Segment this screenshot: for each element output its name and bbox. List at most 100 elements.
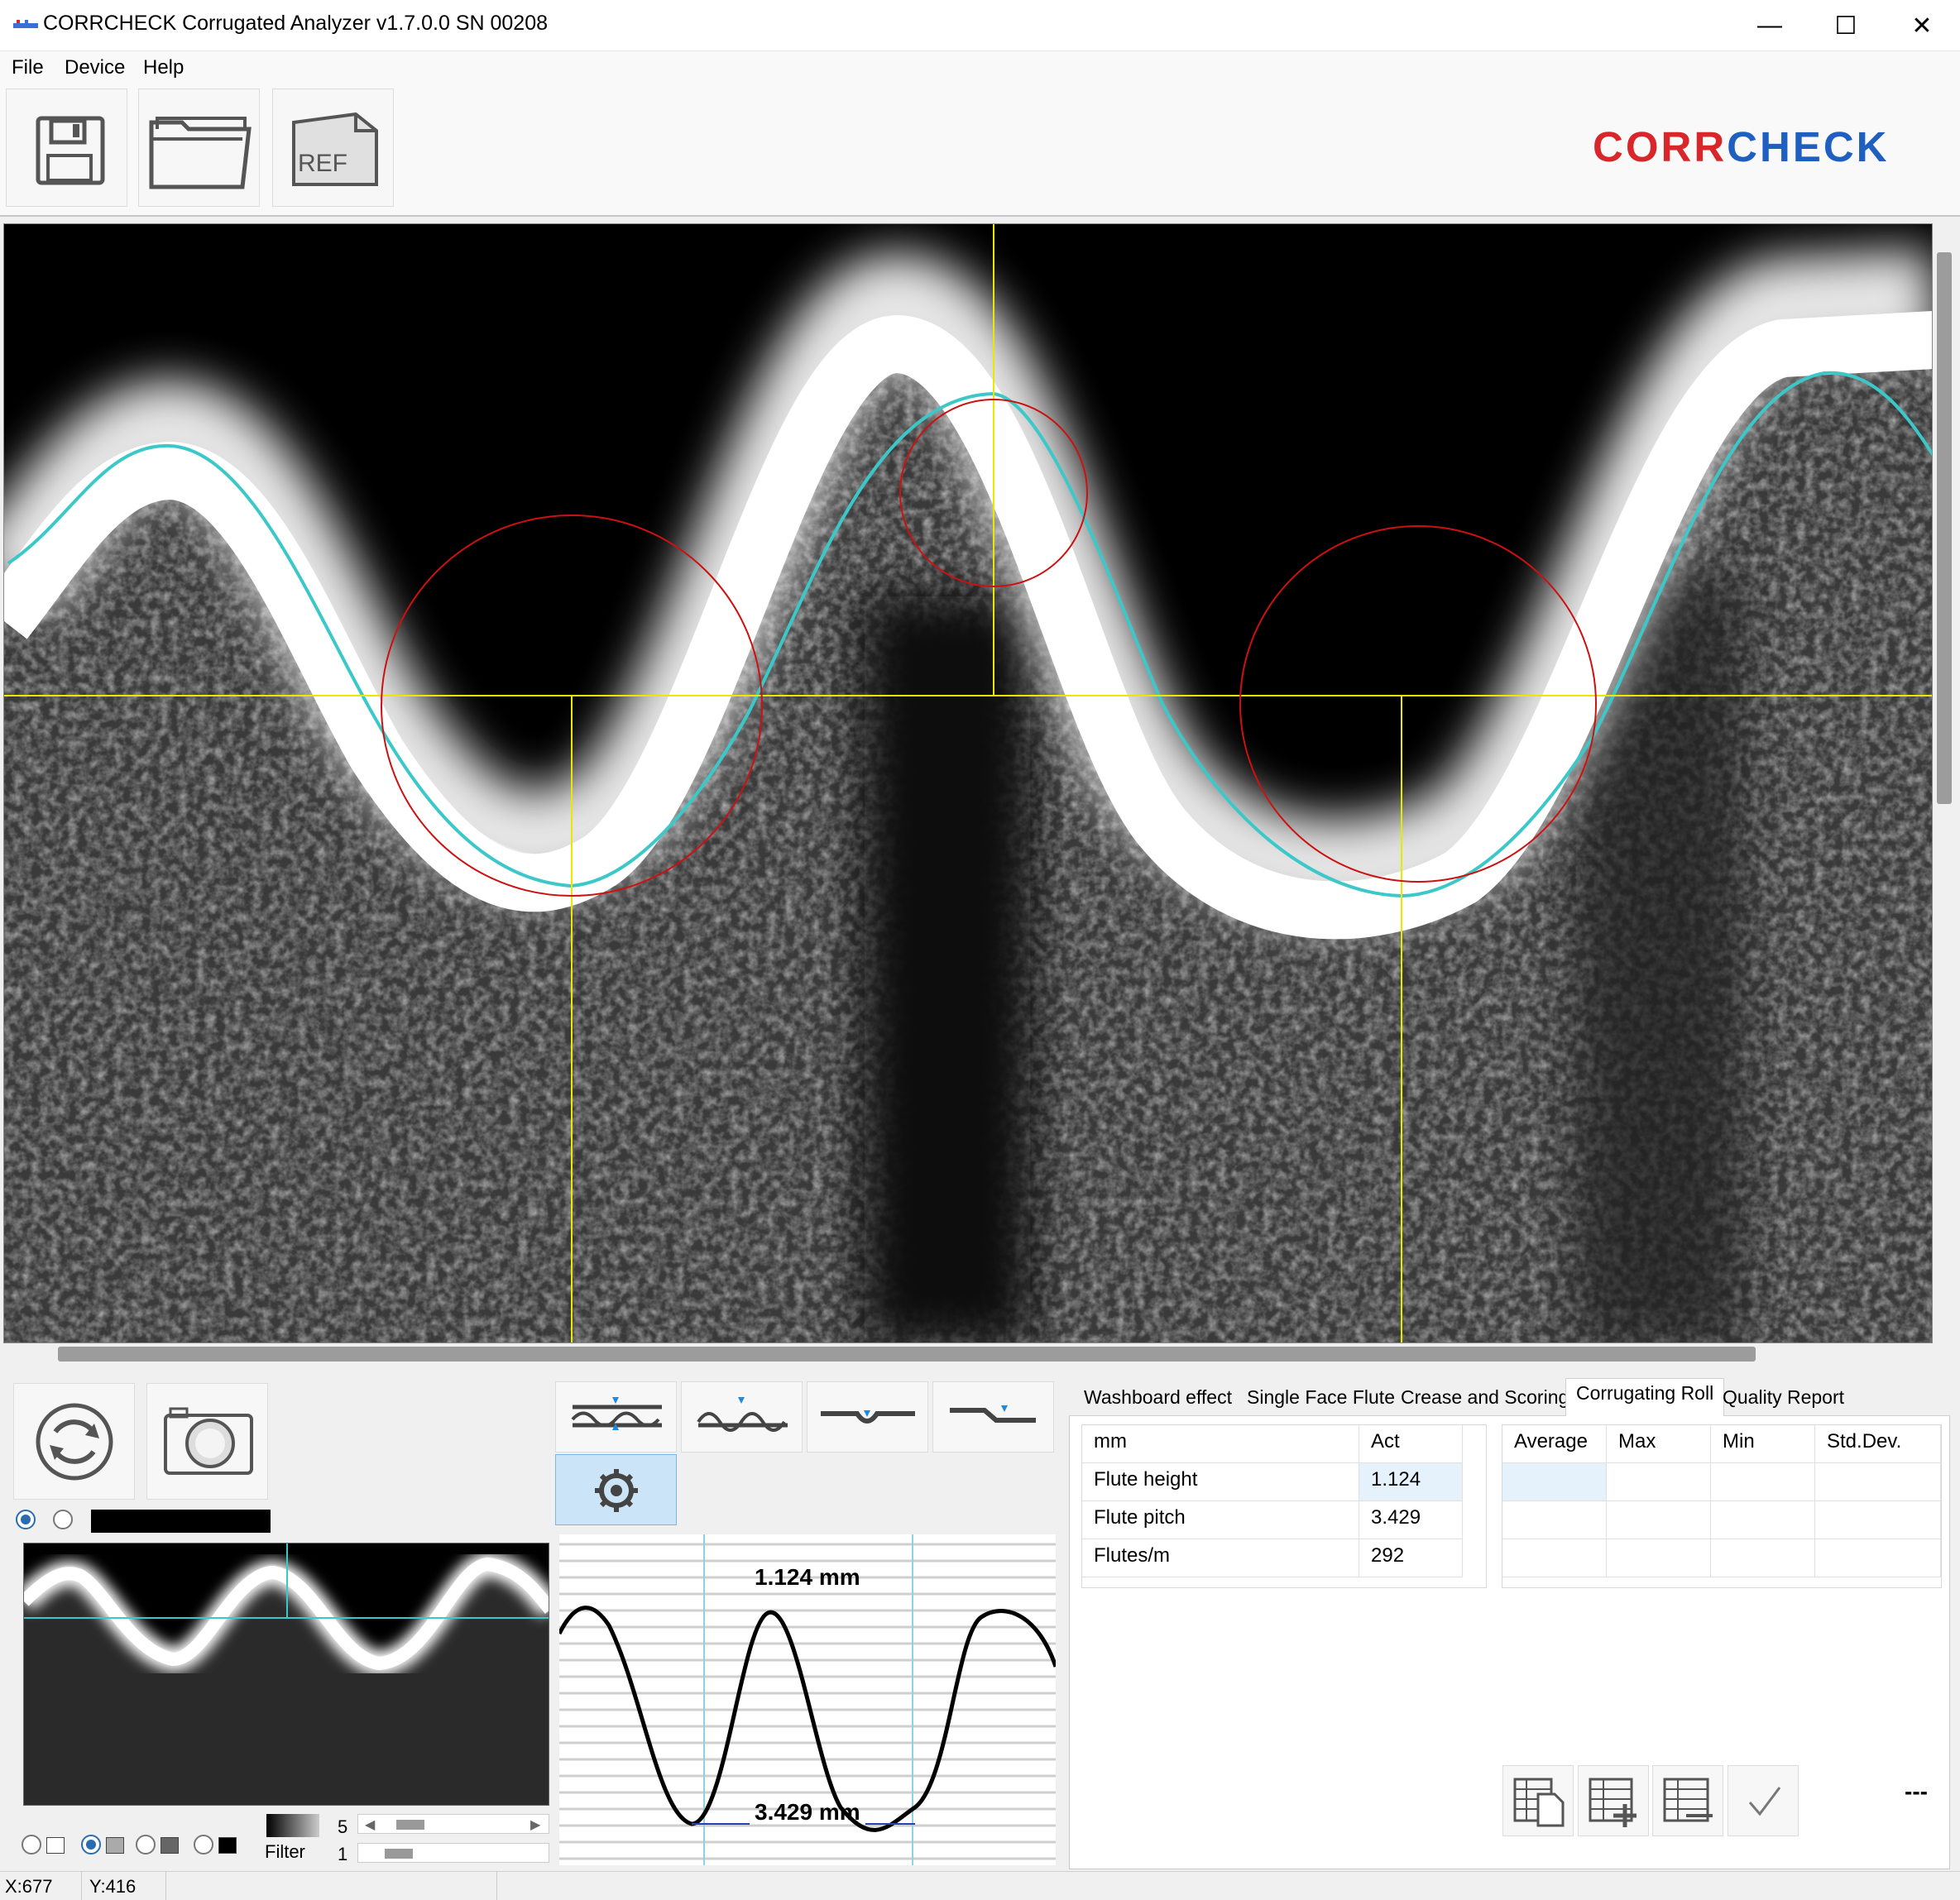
single-face-profile-icon	[697, 1397, 788, 1432]
app-icon	[13, 18, 40, 31]
tab-corrugating-roll[interactable]: Corrugating Roll	[1565, 1378, 1725, 1416]
slider-value-bottom: 1	[338, 1844, 348, 1864]
crease-profile-icon	[821, 1410, 915, 1424]
mode-radio-4[interactable]	[194, 1835, 213, 1855]
settings-button[interactable]	[555, 1454, 677, 1525]
mode-radio-1[interactable]	[22, 1835, 41, 1855]
stats-cell[interactable]	[1711, 1463, 1815, 1501]
profile-graph: 1.124 mm 3.429 mm	[559, 1534, 1056, 1865]
mode-radio-2[interactable]	[81, 1835, 101, 1855]
scoring-profile-button[interactable]	[932, 1381, 1054, 1453]
folder-icon	[149, 117, 252, 189]
stats-cell[interactable]	[1815, 1539, 1941, 1577]
menu-help[interactable]: Help	[143, 56, 184, 79]
logo-corr: CORR	[1593, 123, 1728, 170]
view-radio-1[interactable]	[16, 1510, 36, 1529]
header-mm: mm	[1082, 1425, 1359, 1463]
statistics-table: Average Max Min Std.Dev.	[1502, 1424, 1942, 1588]
slider-top-thumb[interactable]	[396, 1820, 424, 1830]
thumbnail-preview[interactable]	[23, 1543, 549, 1806]
main-image-view[interactable]	[3, 223, 1933, 1343]
flute-height-label-cell: Flute height	[1082, 1463, 1359, 1501]
slider-top[interactable]: ◀ ▶	[357, 1814, 549, 1834]
swatch-black	[218, 1837, 237, 1854]
capture-button[interactable]	[146, 1383, 268, 1500]
table-edit-icon	[1663, 1778, 1713, 1822]
stats-cell[interactable]	[1607, 1463, 1711, 1501]
double-wall-profile-icon	[571, 1397, 662, 1430]
view-radio-2[interactable]	[53, 1510, 73, 1529]
slider-value-top: 5	[338, 1816, 348, 1837]
close-button[interactable]: ✕	[1884, 0, 1960, 51]
gear-icon	[595, 1469, 638, 1512]
status-divider	[81, 1871, 82, 1900]
swatch-white	[46, 1837, 65, 1854]
stats-cell[interactable]	[1711, 1539, 1815, 1577]
stats-cell[interactable]	[1815, 1501, 1941, 1539]
header-max: Max	[1607, 1425, 1711, 1463]
status-divider	[496, 1871, 497, 1900]
header-std-dev: Std.Dev.	[1815, 1425, 1941, 1463]
crease-profile-button[interactable]	[807, 1381, 928, 1453]
camera-icon	[164, 1407, 253, 1475]
confirm-button[interactable]	[1728, 1765, 1799, 1836]
save-button[interactable]	[6, 89, 127, 207]
reference-button[interactable]: REF	[272, 89, 394, 207]
add-row-button[interactable]	[1578, 1765, 1649, 1836]
maximize-button[interactable]: ☐	[1808, 0, 1884, 51]
horizontal-scroll-thumb[interactable]	[58, 1347, 1756, 1362]
floppy-disk-icon	[36, 116, 105, 185]
window-title: CORRCHECK Corrugated Analyzer v1.7.0.0 S…	[43, 12, 549, 35]
minimize-button[interactable]: —	[1732, 0, 1808, 51]
double-wall-profile-button[interactable]	[555, 1381, 677, 1453]
flute-pitch-label: 3.429 mm	[755, 1799, 860, 1825]
stats-cell[interactable]	[1607, 1501, 1711, 1539]
corrcheck-logo: CORRCHECK	[1593, 122, 1890, 171]
mode-radio-3[interactable]	[136, 1835, 156, 1855]
status-divider	[165, 1871, 166, 1900]
header-min: Min	[1711, 1425, 1815, 1463]
gradient-swatch	[266, 1814, 319, 1837]
flutes-per-m-value[interactable]: 292	[1359, 1539, 1463, 1577]
measurement-table: mm Act Flute height 1.124 Flute pitch 3.…	[1081, 1424, 1487, 1588]
flute-height-label: 1.124 mm	[755, 1564, 860, 1590]
header-average: Average	[1502, 1425, 1607, 1463]
status-bar	[0, 1871, 1960, 1900]
flute-height-value[interactable]: 1.124	[1359, 1463, 1463, 1501]
open-folder-button[interactable]	[138, 89, 260, 207]
stats-cell[interactable]	[1502, 1539, 1607, 1577]
flute-pitch-value[interactable]: 3.429	[1359, 1501, 1463, 1539]
stats-cell[interactable]	[1815, 1463, 1941, 1501]
logo-check: CHECK	[1727, 123, 1890, 170]
stats-cell[interactable]	[1502, 1501, 1607, 1539]
edit-table-button[interactable]	[1652, 1765, 1723, 1836]
refresh-icon	[36, 1403, 113, 1481]
tab-washboard-effect[interactable]: Washboard effect	[1084, 1383, 1232, 1412]
stats-cell[interactable]	[1502, 1463, 1607, 1501]
stats-cell[interactable]	[1711, 1501, 1815, 1539]
slider-bottom[interactable]	[357, 1843, 549, 1863]
tab-single-face-flute[interactable]: Single Face Flute	[1247, 1383, 1395, 1412]
swatch-dark-gray	[161, 1837, 179, 1854]
slider-bottom-thumb[interactable]	[385, 1849, 413, 1859]
status-x-coordinate: X:677	[5, 1876, 53, 1897]
menu-device[interactable]: Device	[65, 56, 125, 79]
swatch-light-gray	[106, 1837, 124, 1854]
status-y-coordinate: Y:416	[89, 1876, 137, 1897]
filter-label: Filter	[265, 1841, 305, 1862]
menu-file[interactable]: File	[12, 56, 44, 79]
flute-pitch-label-cell: Flute pitch	[1082, 1501, 1359, 1539]
header-act: Act	[1359, 1425, 1463, 1463]
refresh-button[interactable]	[13, 1383, 135, 1500]
scoring-profile-icon	[950, 1405, 1036, 1423]
table-copy-icon	[1513, 1778, 1565, 1827]
tab-crease-and-scoring[interactable]: Crease and Scoring	[1401, 1383, 1569, 1412]
tab-quality-report[interactable]: Quality Report	[1723, 1383, 1844, 1412]
export-table-button[interactable]	[1502, 1765, 1574, 1836]
vertical-scroll-thumb[interactable]	[1937, 252, 1952, 804]
stats-cell[interactable]	[1607, 1539, 1711, 1577]
checkmark-icon	[1748, 1787, 1781, 1816]
single-face-profile-button[interactable]	[681, 1381, 803, 1453]
table-add-icon	[1589, 1778, 1637, 1827]
dash-indicator: ---	[1905, 1778, 1928, 1804]
